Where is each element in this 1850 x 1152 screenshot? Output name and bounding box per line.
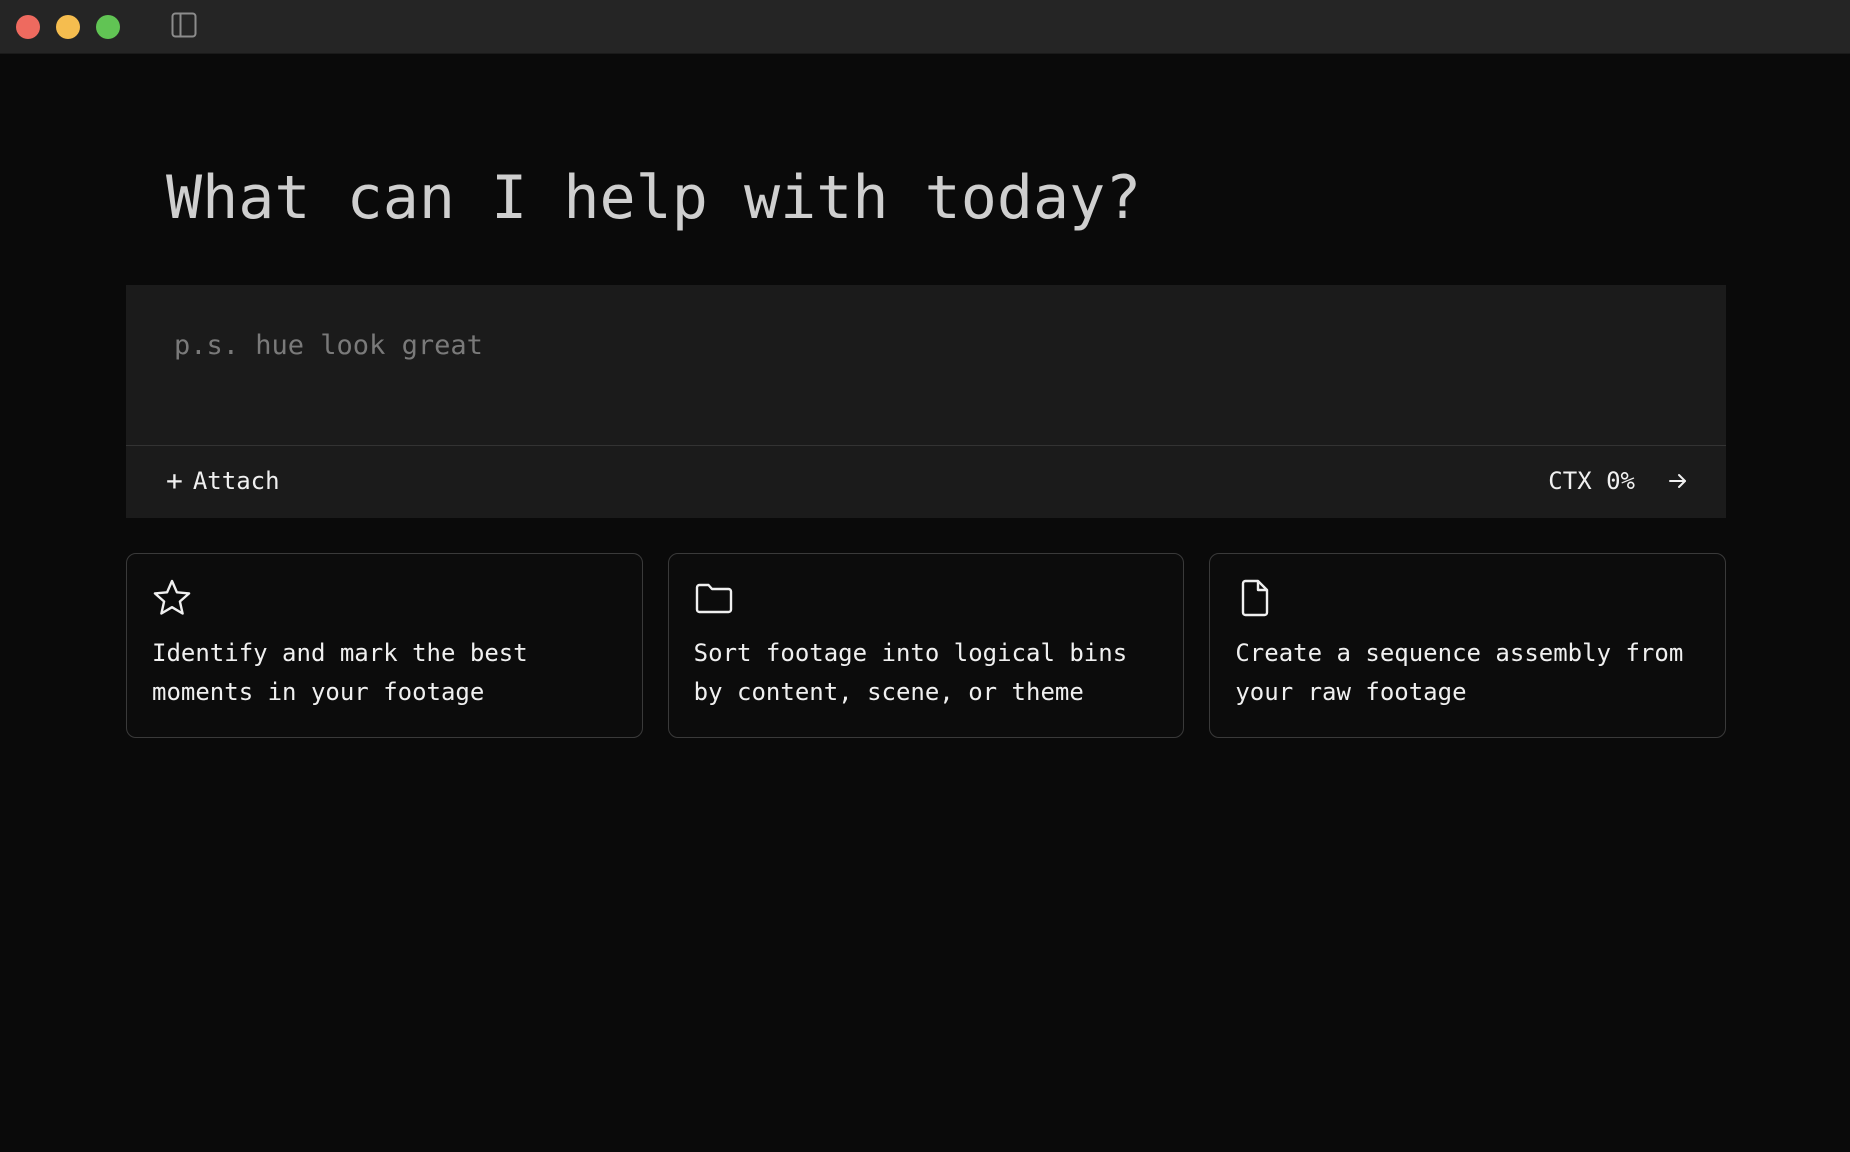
- suggestion-card-sort-bins[interactable]: Sort footage into logical bins by conten…: [667, 553, 1185, 738]
- suggestion-text: Sort footage into logical bins by conten…: [693, 639, 1128, 706]
- send-button[interactable]: [1658, 461, 1698, 501]
- composer-divider: [126, 445, 1726, 446]
- prompt-input[interactable]: [126, 285, 1726, 445]
- sidebar-icon: [171, 12, 197, 38]
- sidebar-toggle-button[interactable]: [170, 11, 198, 39]
- title-bar: [0, 0, 1850, 54]
- minimize-window-button[interactable]: [56, 15, 80, 39]
- attach-label: Attach: [192, 467, 280, 495]
- suggestion-card-best-moments[interactable]: Identify and mark the best moments in yo…: [126, 553, 643, 738]
- arrow-right-icon: [1669, 474, 1686, 488]
- page-title: What can I help with today?: [166, 163, 1142, 233]
- close-window-button[interactable]: [16, 15, 40, 39]
- plus-icon: +: [166, 464, 183, 497]
- app-window: What can I help with today? + Attach CTX…: [0, 0, 1850, 1152]
- suggestion-cards: Identify and mark the best moments in yo…: [126, 553, 1727, 738]
- suggestion-text: Identify and mark the best moments in yo…: [152, 639, 528, 706]
- maximize-window-button[interactable]: [96, 15, 120, 39]
- suggestion-text: Create a sequence assembly from your raw…: [1235, 639, 1684, 706]
- context-usage-indicator: CTX 0%: [1548, 467, 1635, 495]
- star-icon: [153, 579, 191, 615]
- attach-button[interactable]: + Attach: [162, 453, 284, 509]
- suggestion-card-sequence-assembly[interactable]: Create a sequence assembly from your raw…: [1209, 553, 1727, 738]
- chat-composer: + Attach CTX 0%: [126, 285, 1726, 518]
- folder-icon: [695, 583, 732, 614]
- file-icon: [1242, 579, 1269, 617]
